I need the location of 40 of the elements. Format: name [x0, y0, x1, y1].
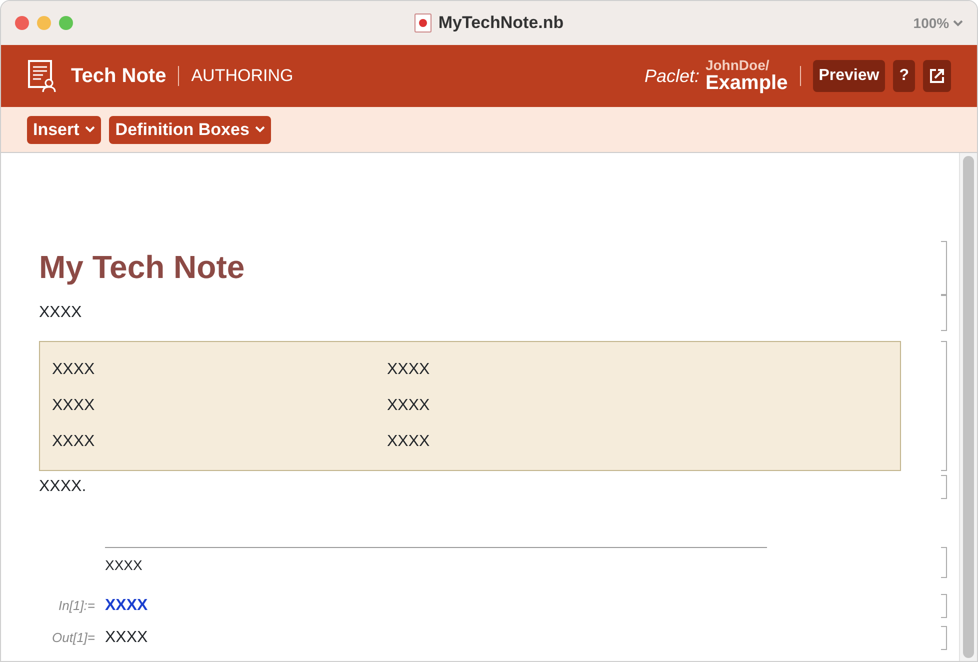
- preview-button[interactable]: Preview: [812, 60, 886, 92]
- mode-label: AUTHORING: [191, 65, 294, 88]
- paclet-owner: JohnDoe/: [705, 58, 770, 72]
- table-cell: XXXX: [387, 433, 430, 450]
- help-button[interactable]: ?: [893, 60, 915, 92]
- window-control-button[interactable]: [37, 16, 51, 30]
- input-code: XXXX: [105, 596, 148, 616]
- output-label: Out[1]=: [52, 630, 95, 646]
- header-title: Tech Note: [71, 64, 166, 89]
- open-external-button[interactable]: [923, 60, 951, 92]
- output-value: XXXX: [105, 628, 148, 648]
- cell-bracket: [941, 594, 947, 618]
- table-cell: XXXX: [387, 361, 430, 378]
- section-text: XXXX: [105, 557, 142, 573]
- zoom-dropdown[interactable]: 100%: [913, 12, 963, 34]
- caption-text: XXXX.: [39, 477, 88, 497]
- table-cell: XXXX: [52, 433, 95, 450]
- body-text: XXXX: [39, 303, 83, 323]
- cell-bracket: [941, 626, 947, 650]
- caret-icon: [953, 20, 963, 28]
- tech-note-icon: [27, 59, 57, 93]
- window-control-button[interactable]: [15, 16, 29, 30]
- table-cell: XXXX: [52, 397, 95, 414]
- cell-bracket: [941, 547, 947, 578]
- caret-icon: [85, 126, 96, 133]
- paclet-label: Paclet:: [644, 64, 700, 88]
- notebook-title: My Tech Note: [39, 248, 246, 287]
- cell-bracket: [941, 475, 947, 499]
- menu-button[interactable]: Definition Boxes: [109, 116, 272, 144]
- caret-icon: [255, 126, 266, 133]
- window-control-button[interactable]: [59, 16, 73, 30]
- menu-button[interactable]: Insert: [27, 116, 102, 144]
- window-title: MyTechNote.nb: [438, 12, 564, 34]
- scrollbar-thumb[interactable]: [963, 156, 974, 658]
- notebook-file-icon: [414, 13, 432, 33]
- paclet-name: Example: [705, 72, 788, 94]
- table-cell: XXXX: [52, 361, 95, 378]
- input-label: In[1]:=: [58, 598, 95, 614]
- external-link-icon: [929, 68, 945, 84]
- table-cell: XXXX: [387, 397, 430, 414]
